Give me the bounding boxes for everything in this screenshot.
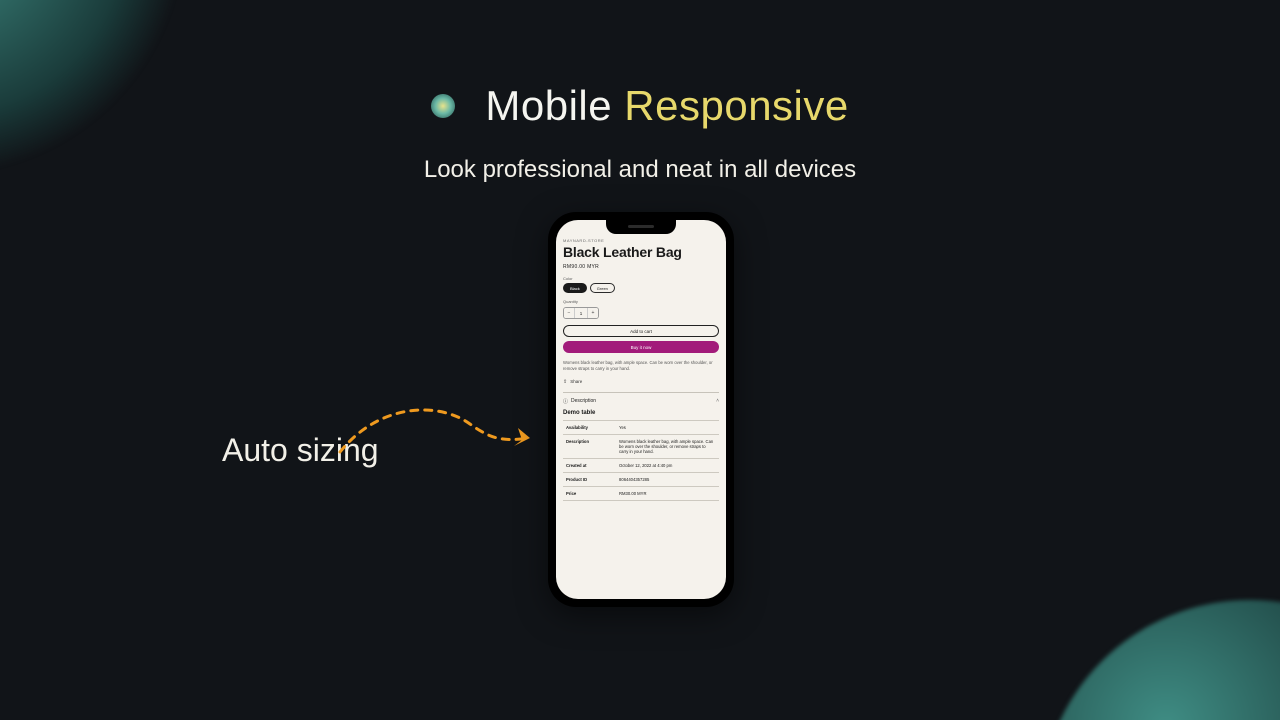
table-row: Product ID 8064404357285 — [563, 472, 719, 486]
product-title: Black Leather Bag — [563, 244, 719, 260]
product-description-paragraph: Womens black leather bag, with ample spa… — [563, 360, 719, 373]
product-brand: MAYNARD-STORE — [563, 238, 719, 243]
product-price: RM90.00 MYR — [563, 264, 719, 270]
demo-table-title: Demo table — [563, 410, 719, 416]
quantity-label: Quantity — [563, 299, 719, 304]
cell-key: Created at — [563, 458, 616, 472]
color-options: Black Green — [563, 283, 719, 293]
add-to-cart-button[interactable]: Add to cart — [563, 325, 719, 337]
color-option-black[interactable]: Black — [563, 283, 587, 293]
phone-mockup: MAYNARD-STORE Black Leather Bag RM90.00 … — [548, 212, 734, 607]
subhead: Look professional and neat in all device… — [0, 156, 1280, 184]
table-row: Availability Yes — [563, 420, 719, 434]
cell-value: RM30.00 MYR — [616, 486, 719, 500]
phone-screen: MAYNARD-STORE Black Leather Bag RM90.00 … — [556, 220, 726, 599]
qty-increment-button[interactable]: + — [588, 308, 598, 318]
share-label: Share — [570, 379, 582, 384]
color-option-green[interactable]: Green — [590, 283, 615, 293]
headline-word-2: Responsive — [624, 82, 848, 129]
description-accordion: ⓘ Description ˄ Demo table Availability … — [563, 392, 719, 501]
accordion-header[interactable]: ⓘ Description ˄ — [563, 393, 719, 410]
cell-key: Product ID — [563, 472, 616, 486]
share-link[interactable]: ⇪ Share — [563, 379, 719, 385]
cell-key: Availability — [563, 420, 616, 434]
qty-value: 1 — [574, 308, 588, 318]
buy-now-button[interactable]: Buy it now — [563, 341, 719, 353]
qty-decrement-button[interactable]: − — [564, 308, 574, 318]
headline: Mobile Responsive — [0, 82, 1280, 130]
quantity-stepper: − 1 + — [563, 307, 599, 319]
cell-value: Womens black leather bag, with ample spa… — [616, 434, 719, 458]
share-icon: ⇪ — [563, 379, 567, 385]
color-label: Color — [563, 276, 719, 281]
cell-value: 8064404357285 — [616, 472, 719, 486]
bullet-icon — [431, 94, 455, 118]
callout-label: Auto sizing — [222, 432, 379, 469]
chevron-up-icon: ˄ — [716, 398, 719, 404]
cell-value: Yes — [616, 420, 719, 434]
demo-table: Availability Yes Description Womens blac… — [563, 420, 719, 501]
cell-key: Price — [563, 486, 616, 500]
table-row: Created at October 12, 2022 at 4:40 pm — [563, 458, 719, 472]
decor-blob-bottom-right — [1040, 600, 1280, 720]
headline-word-1: Mobile — [485, 82, 612, 129]
cell-value: October 12, 2022 at 4:40 pm — [616, 458, 719, 472]
help-icon: ⓘ — [563, 398, 568, 405]
table-row: Description Womens black leather bag, wi… — [563, 434, 719, 458]
cell-key: Description — [563, 434, 616, 458]
accordion-title: Description — [571, 398, 596, 404]
table-row: Price RM30.00 MYR — [563, 486, 719, 500]
